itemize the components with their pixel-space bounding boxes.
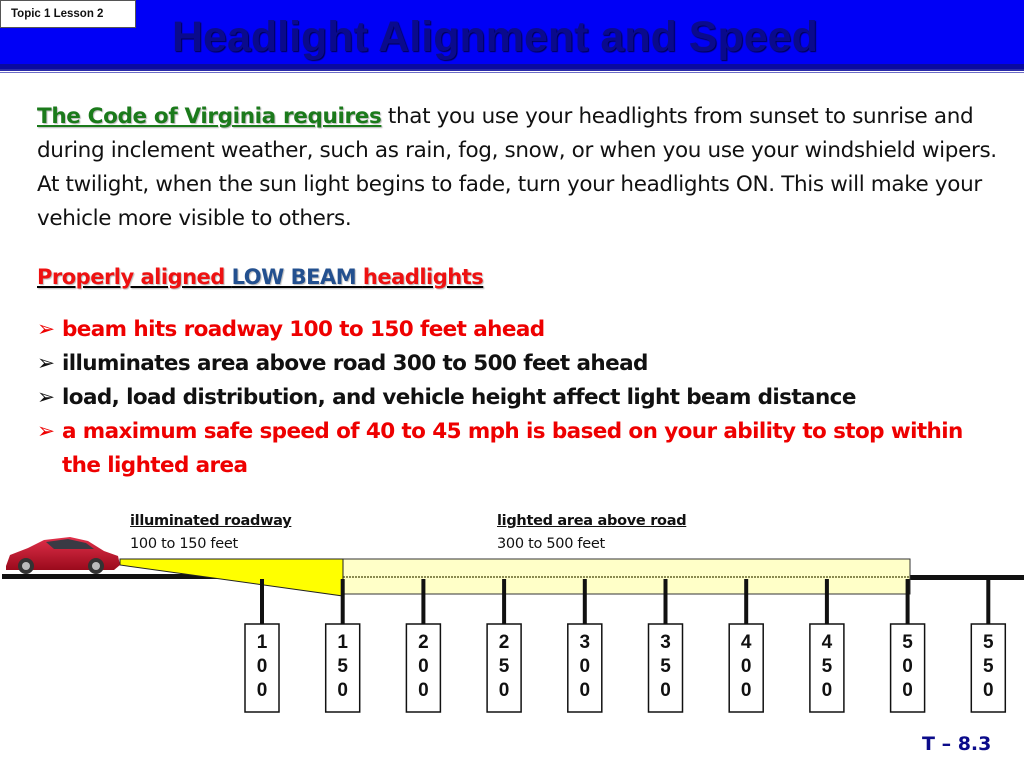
- lighted-area-label: lighted area above road 300 to 500 feet: [497, 510, 687, 556]
- heading-low-beam: LOW BEAM: [231, 265, 363, 289]
- arrow-bullet-icon: ➢: [37, 317, 55, 342]
- arrow-bullet-icon: ➢: [37, 385, 55, 410]
- marker-digit: 0: [499, 680, 510, 701]
- marker-digit: 5: [983, 632, 994, 653]
- intro-lead: The Code of Virginia requires: [37, 104, 382, 129]
- marker-sign: [647, 623, 684, 713]
- marker-post: [905, 579, 910, 624]
- bullet-item: ➢ beam hits roadway 100 to 150 feet ahead: [37, 313, 1007, 347]
- bullet-item: ➢ a maximum safe speed of 40 to 45 mph is…: [37, 415, 1007, 483]
- marker-digit: 0: [902, 656, 913, 677]
- road-far: [910, 575, 1024, 580]
- marker-digit: 0: [983, 680, 994, 701]
- marker-digit: 0: [418, 680, 429, 701]
- marker-digit: 4: [741, 632, 752, 653]
- marker-post: [663, 579, 668, 624]
- marker-digit: 1: [257, 632, 268, 653]
- marker-digit: 0: [257, 680, 268, 701]
- bullet-list: ➢ beam hits roadway 100 to 150 feet ahead…: [37, 313, 1007, 483]
- marker-digit: 3: [660, 632, 671, 653]
- distance-marker-500: 5 0 0: [889, 579, 926, 713]
- marker-digit: 5: [822, 656, 833, 677]
- distance-markers: 1 0 0 1 5 0 2 0 0 2 5 0 3 0 0 3 5 0 4 0 0 4 5 0 5 0 0 5 5 0: [244, 579, 1007, 713]
- bullet-text: beam hits roadway 100 to 150 feet ahead: [62, 317, 545, 342]
- marker-post: [340, 579, 345, 624]
- marker-sign: [324, 623, 361, 713]
- distance-marker-300: 3 0 0: [567, 579, 603, 713]
- lighted-title: lighted area above road: [497, 513, 687, 529]
- marker-digit: 0: [741, 680, 752, 701]
- marker-digit: 5: [983, 656, 994, 677]
- marker-post: [986, 579, 991, 624]
- distance-marker-150: 1 5 0: [324, 579, 361, 713]
- slide-title: Headlight Alignment and Speed: [172, 13, 818, 61]
- marker-sign: [405, 623, 442, 713]
- marker-digit: 5: [660, 656, 671, 677]
- marker-digit: 0: [337, 680, 348, 701]
- heading-part-1: Properly aligned: [37, 265, 232, 289]
- marker-post: [744, 579, 749, 624]
- marker-post: [582, 579, 587, 624]
- lighted-range: 300 to 500 feet: [497, 536, 605, 552]
- marker-digit: 5: [499, 656, 510, 677]
- marker-sign: [889, 623, 926, 713]
- bullet-text: illuminates area above road 300 to 500 f…: [62, 351, 648, 376]
- illuminated-roadway-label: illuminated roadway 100 to 150 feet: [130, 510, 292, 556]
- marker-sign: [809, 623, 845, 713]
- marker-digit: 0: [741, 656, 752, 677]
- illuminated-range: 100 to 150 feet: [130, 536, 238, 552]
- marker-digit: 3: [580, 632, 591, 653]
- marker-post: [824, 579, 829, 624]
- headlight-beam: [119, 558, 344, 597]
- distance-marker-350: 3 5 0: [647, 579, 684, 713]
- marker-digit: 2: [418, 632, 429, 653]
- marker-sign: [486, 623, 522, 713]
- marker-digit: 5: [337, 656, 348, 677]
- marker-post: [260, 579, 264, 624]
- marker-sign: [728, 623, 764, 713]
- marker-sign: [567, 623, 603, 713]
- heading-part-3: headlights: [362, 265, 484, 289]
- marker-digit: 1: [337, 632, 348, 653]
- marker-digit: 5: [902, 632, 913, 653]
- marker-sign: [970, 623, 1007, 713]
- marker-digit: 0: [418, 656, 429, 677]
- marker-post: [421, 579, 426, 624]
- slide-number: T – 8.3: [922, 733, 992, 755]
- distance-marker-250: 2 5 0: [486, 579, 522, 713]
- bullet-item: ➢ load, load distribution, and vehicle he…: [37, 381, 1007, 415]
- illuminated-title: illuminated roadway: [130, 513, 292, 529]
- marker-digit: 0: [257, 656, 268, 677]
- distance-marker-200: 2 0 0: [405, 579, 442, 713]
- header-rule-thin: [0, 72, 1024, 73]
- arrow-bullet-icon: ➢: [37, 419, 55, 444]
- road-near: [2, 574, 342, 579]
- distance-marker-400: 4 0 0: [728, 579, 764, 713]
- marker-sign: [244, 623, 280, 713]
- marker-digit: 4: [822, 632, 833, 653]
- car-icon: [6, 537, 120, 574]
- section-heading: Properly aligned LOW BEAM headlights: [37, 265, 484, 289]
- header-rule: [0, 69, 1024, 71]
- marker-post: [502, 579, 507, 624]
- marker-digit: 0: [902, 680, 913, 701]
- marker-digit: 0: [822, 680, 833, 701]
- marker-digit: 2: [499, 632, 510, 653]
- bullet-item: ➢ illuminates area above road 300 to 500 …: [37, 347, 1007, 381]
- marker-digit: 0: [580, 656, 591, 677]
- intro-paragraph: The Code of Virginia requires that you u…: [37, 100, 997, 236]
- arrow-bullet-icon: ➢: [37, 351, 55, 376]
- bullet-text: load, load distribution, and vehicle hei…: [62, 385, 856, 410]
- distance-marker-100: 1 0 0: [244, 579, 280, 713]
- distance-marker-450: 4 5 0: [809, 579, 845, 713]
- distance-marker-550: 5 5 0: [970, 579, 1007, 713]
- marker-digit: 0: [580, 680, 591, 701]
- lighted-area-zone: [342, 558, 911, 595]
- marker-digit: 0: [660, 680, 671, 701]
- topic-lesson-label: Topic 1 Lesson 2: [0, 0, 136, 28]
- bullet-text: a maximum safe speed of 40 to 45 mph is …: [62, 419, 963, 478]
